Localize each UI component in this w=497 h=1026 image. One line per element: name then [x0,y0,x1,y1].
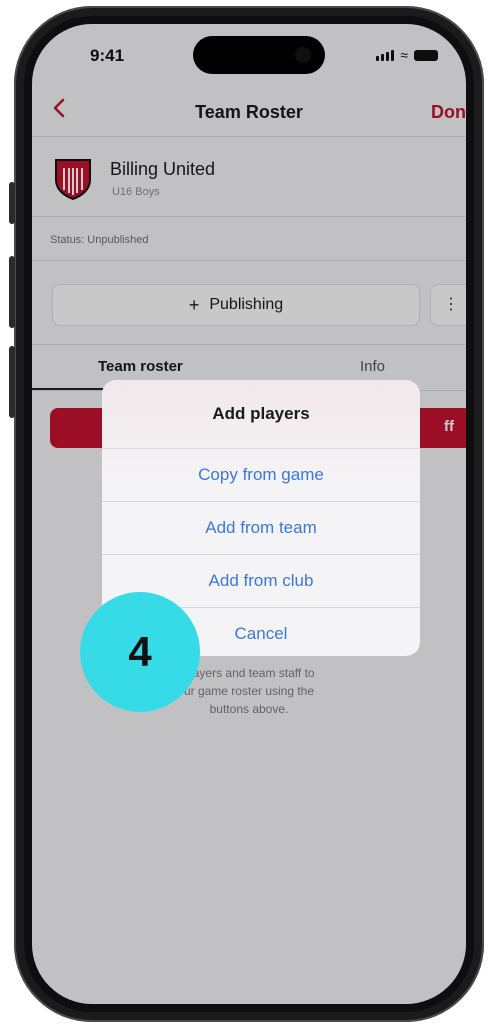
copy-from-game-button[interactable]: Copy from game [102,449,420,502]
step-number-badge: 4 [80,592,200,712]
phone-screen: 9:41 ≈ Team Roster Done Billing United U… [32,24,466,1004]
sheet-title: Add players [102,380,420,449]
volume-up-button [9,256,15,328]
volume-down-button [9,346,15,418]
add-from-team-button[interactable]: Add from team [102,502,420,555]
action-button [9,182,15,224]
